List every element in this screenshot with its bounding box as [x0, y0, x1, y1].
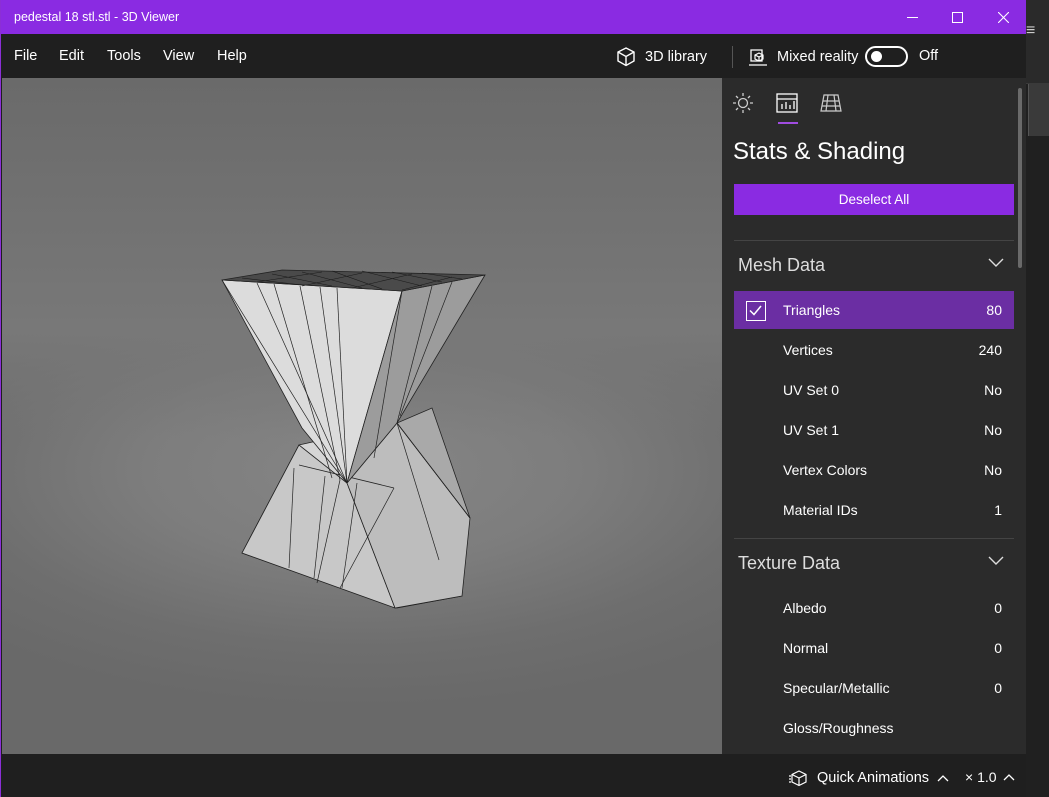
maximize-icon [951, 11, 963, 23]
quick-animations-label: Quick Animations [817, 770, 930, 786]
background-window: ≡ [1025, 0, 1049, 84]
row-value: 0 [994, 640, 1002, 656]
mixed-reality-label: Mixed reality [777, 49, 859, 65]
tab-stats-shading[interactable] [774, 92, 800, 114]
menu-edit[interactable]: Edit [59, 48, 84, 64]
row-label: UV Set 0 [783, 382, 840, 398]
row-value: 1 [994, 502, 1002, 518]
mixed-reality-state: Off [919, 48, 939, 64]
mesh-row-uv-set-1[interactable]: UV Set 1 No [734, 411, 1014, 449]
stats-icon [776, 93, 798, 113]
scrollbar-thumb[interactable] [1018, 88, 1022, 268]
row-label: Albedo [783, 600, 827, 616]
checkbox[interactable] [746, 301, 766, 321]
pedestal-model[interactable] [2, 78, 722, 754]
grid-icon [820, 94, 842, 112]
row-value: No [984, 462, 1002, 478]
row-value: 240 [978, 342, 1002, 358]
menu-view[interactable]: View [163, 48, 194, 64]
app-window: pedestal 18 stl.stl - 3D Viewer File Edi… [0, 0, 1026, 797]
side-panel: Stats & Shading Deselect All Mesh Data T… [722, 78, 1026, 754]
row-label: Triangles [783, 302, 841, 318]
cube-icon [617, 47, 635, 67]
minimize-button[interactable] [889, 0, 935, 34]
texture-row-albedo[interactable]: Albedo 0 [734, 589, 1014, 627]
animation-cube-icon [789, 770, 807, 787]
animation-speed-value: × 1.0 [965, 769, 997, 785]
row-value: No [984, 382, 1002, 398]
chevron-down-icon [988, 556, 1004, 565]
toolbar-divider [732, 46, 733, 68]
row-label: Vertex Colors [783, 462, 868, 478]
mesh-row-vertices[interactable]: Vertices 240 [734, 331, 1014, 369]
3d-library-label: 3D library [645, 49, 708, 65]
texture-data-header[interactable]: Texture Data [734, 543, 1014, 583]
mixed-reality-toggle[interactable] [865, 46, 908, 67]
menu-file[interactable]: File [14, 48, 37, 64]
texture-row-normal[interactable]: Normal 0 [734, 629, 1014, 667]
hamburger-icon: ≡ [1026, 22, 1036, 39]
quick-animations-button[interactable]: Quick Animations [789, 769, 949, 787]
deselect-all-button[interactable]: Deselect All [734, 184, 1014, 215]
menu-help[interactable]: Help [217, 48, 247, 64]
menu-bar: File Edit Tools View Help 3D library Mix… [1, 34, 1026, 78]
sun-icon [733, 93, 753, 113]
background-window-edge [1028, 84, 1049, 136]
mixed-reality-icon [749, 49, 767, 66]
row-value: No [984, 422, 1002, 438]
row-value: 0 [994, 680, 1002, 696]
toggle-knob [871, 51, 882, 62]
mesh-row-vertex-colors[interactable]: Vertex Colors No [734, 451, 1014, 489]
mesh-data-header[interactable]: Mesh Data [734, 245, 1014, 285]
row-value: 0 [994, 600, 1002, 616]
panel-title: Stats & Shading [733, 138, 906, 165]
row-label: Material IDs [783, 502, 858, 518]
mesh-row-material-ids[interactable]: Material IDs 1 [734, 491, 1014, 529]
tab-grid[interactable] [818, 92, 844, 114]
mixed-reality-button[interactable]: Mixed reality [747, 44, 858, 70]
chevron-up-icon [937, 775, 949, 782]
texture-data-heading: Texture Data [738, 552, 841, 573]
chevron-up-icon [1003, 774, 1014, 781]
close-button[interactable] [980, 0, 1026, 34]
row-label: Gloss/Roughness [783, 720, 894, 736]
row-label: UV Set 1 [783, 422, 840, 438]
chevron-down-icon [988, 258, 1004, 267]
checkmark-icon [749, 305, 762, 316]
row-label: Normal [783, 640, 829, 656]
title-bar[interactable]: pedestal 18 stl.stl - 3D Viewer [1, 0, 1026, 34]
tab-lighting[interactable] [730, 92, 756, 114]
window-title: pedestal 18 stl.stl - 3D Viewer [14, 10, 180, 24]
row-value: 80 [986, 302, 1002, 318]
close-icon [997, 11, 1009, 23]
mesh-row-triangles[interactable]: Triangles 80 [734, 291, 1014, 329]
mesh-data-heading: Mesh Data [738, 254, 826, 275]
minimize-icon [906, 16, 918, 18]
3d-viewport[interactable] [2, 78, 722, 754]
maximize-button[interactable] [934, 0, 980, 34]
panel-scrollbar[interactable] [1016, 86, 1024, 746]
menu-tools[interactable]: Tools [107, 48, 141, 64]
mesh-row-uv-set-0[interactable]: UV Set 0 No [734, 371, 1014, 409]
row-label: Vertices [783, 342, 833, 358]
background-desktop: ≡ [1025, 0, 1049, 797]
row-label: Specular/Metallic [783, 680, 890, 696]
status-bar: Quick Animations × 1.0 [1, 754, 1026, 797]
section-divider [734, 240, 1014, 241]
active-tab-indicator [778, 122, 798, 124]
texture-row-specular-metallic[interactable]: Specular/Metallic 0 [734, 669, 1014, 707]
3d-library-button[interactable]: 3D library [615, 44, 707, 70]
animation-speed-button[interactable]: × 1.0 [965, 769, 1015, 785]
section-divider [734, 538, 1014, 539]
texture-row-gloss-roughness[interactable]: Gloss/Roughness [734, 709, 1014, 747]
